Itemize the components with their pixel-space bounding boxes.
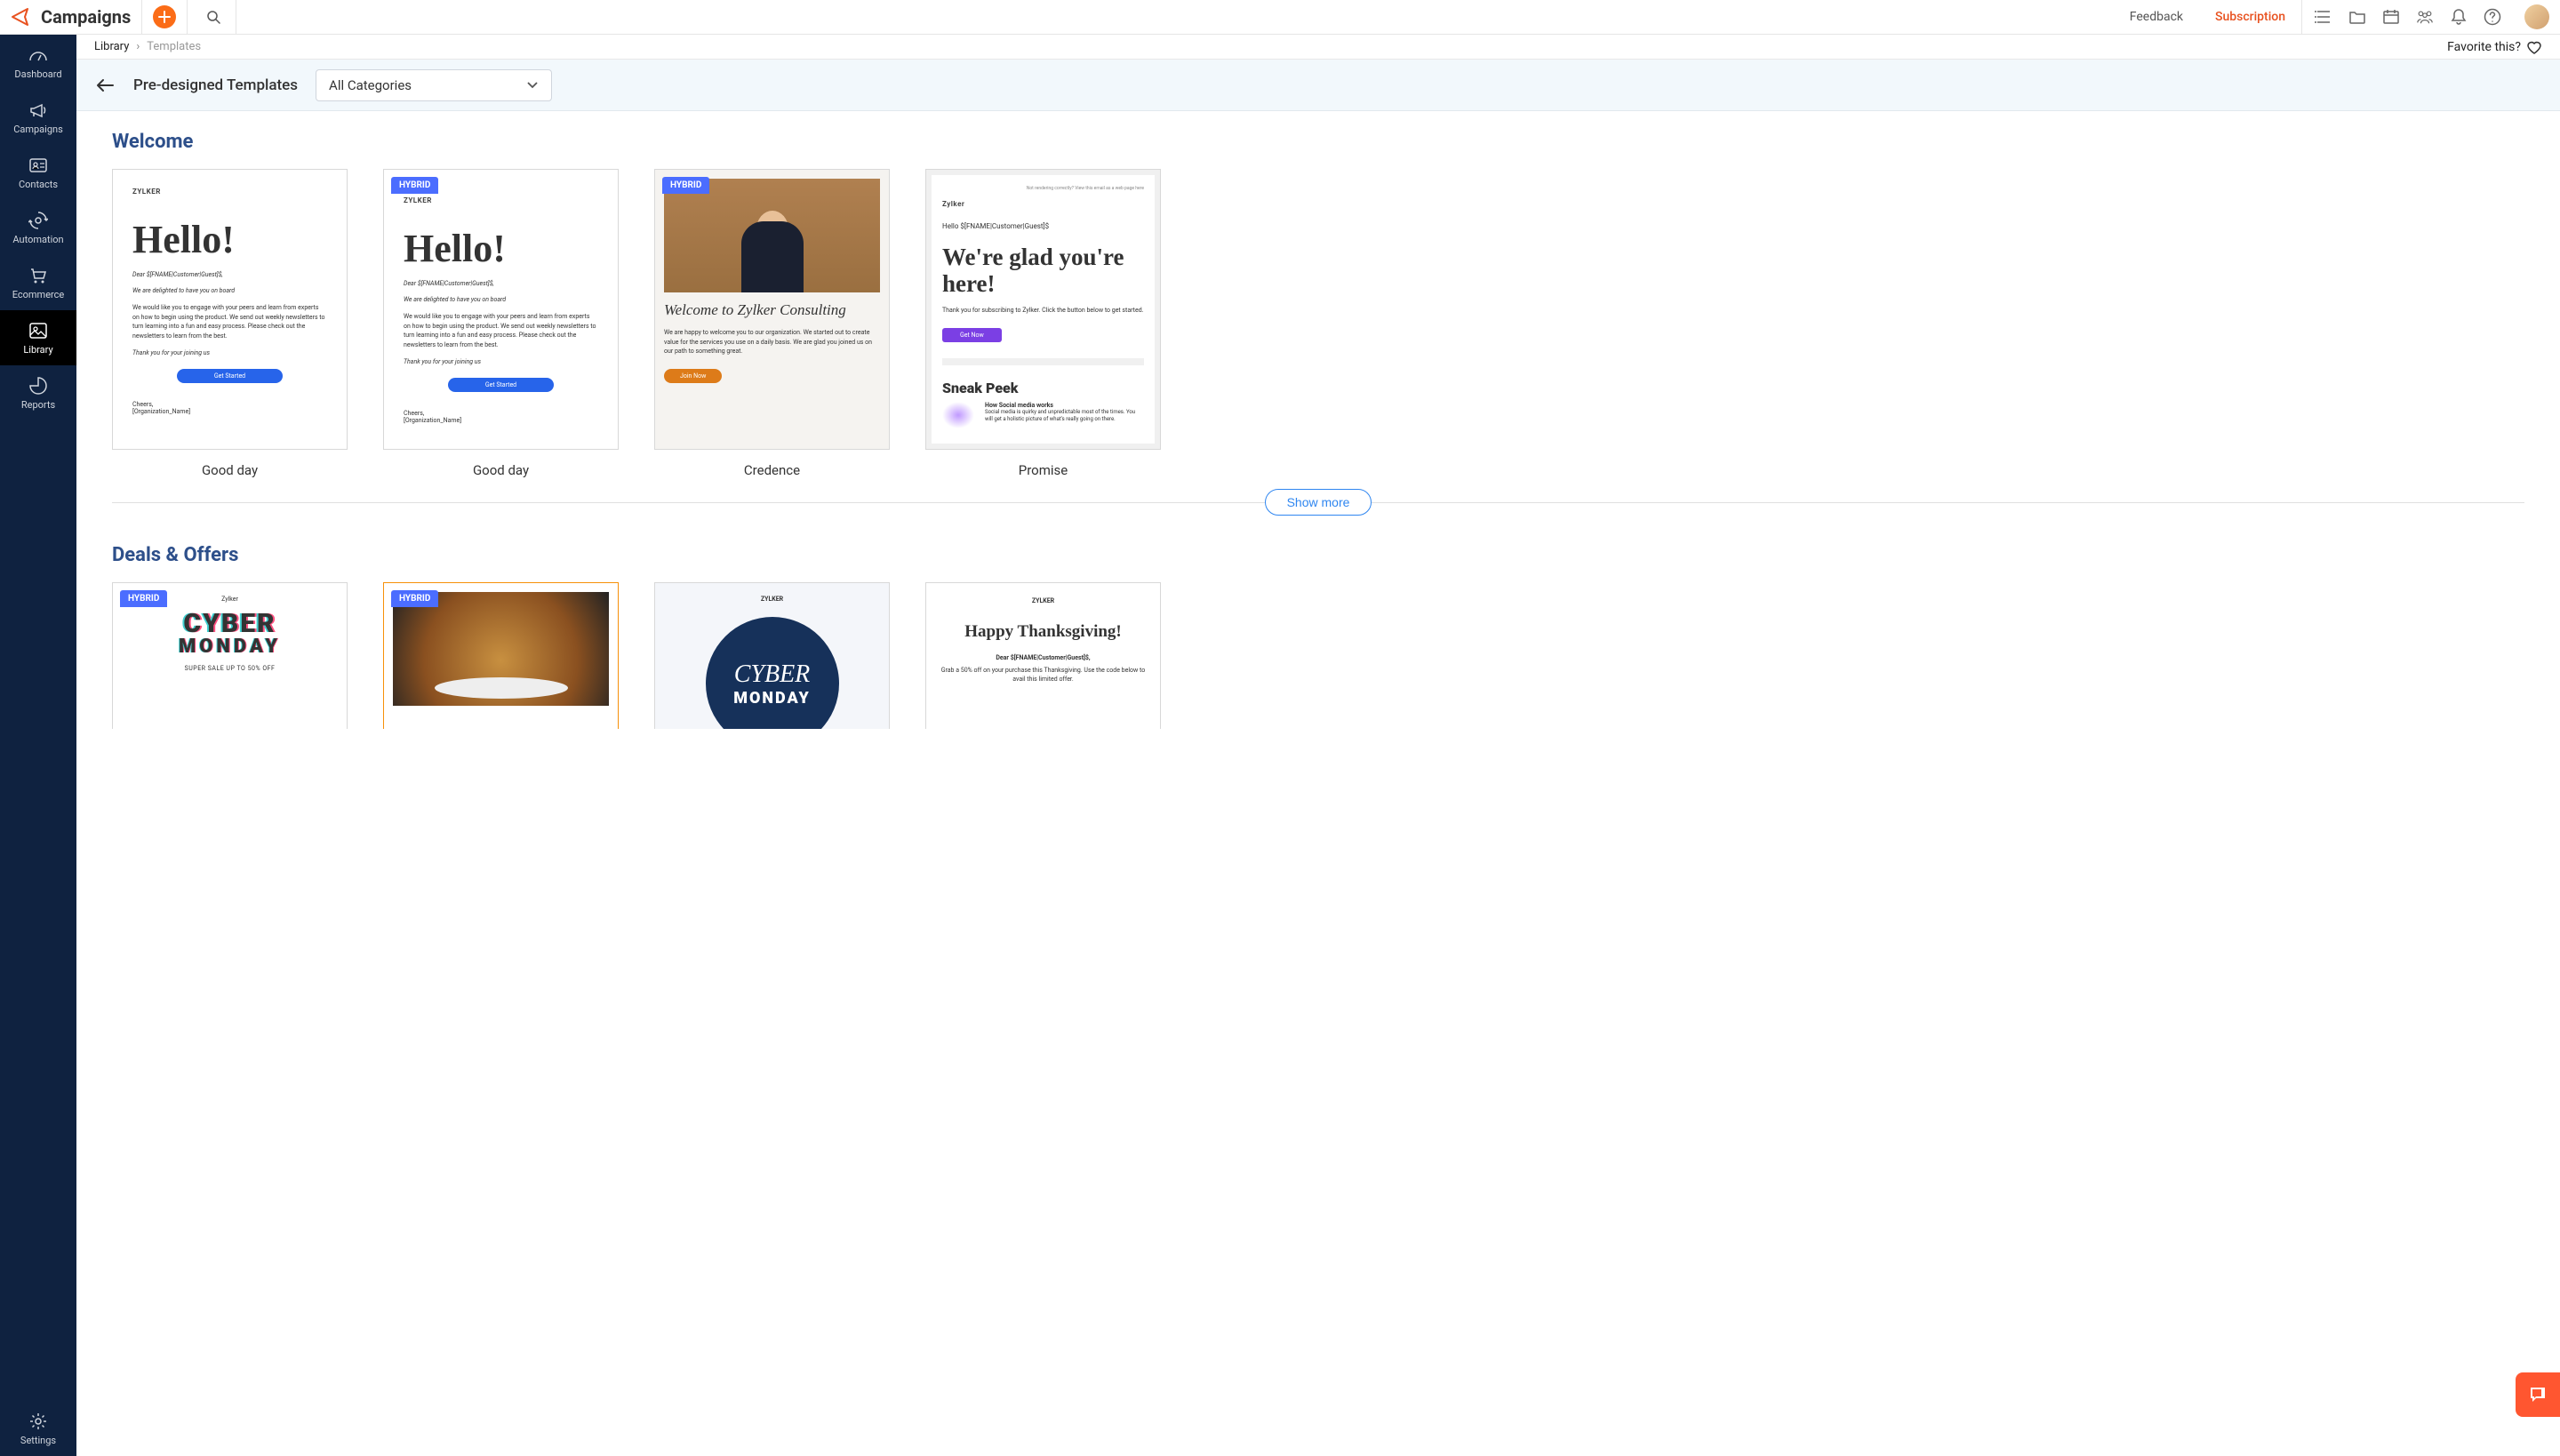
gauge-icon bbox=[28, 45, 48, 65]
megaphone-icon bbox=[28, 100, 48, 120]
contact-card-icon bbox=[28, 156, 48, 175]
list-icon[interactable] bbox=[2315, 8, 2332, 26]
main: Library › Templates Favorite this? Pre-d… bbox=[76, 35, 2560, 1456]
section-title-welcome: Welcome bbox=[112, 131, 2524, 153]
cards-row: ZYLKER Hello! Dear $[FNAME|Customer|Gues… bbox=[112, 169, 2524, 478]
breadcrumb-library[interactable]: Library bbox=[94, 40, 129, 53]
hybrid-badge: HYBRID bbox=[391, 177, 438, 194]
toolbar: Pre-designed Templates All Categories bbox=[76, 60, 2560, 111]
card-name: Credence bbox=[744, 462, 800, 478]
divider bbox=[187, 0, 188, 34]
section-title-deals: Deals & Offers bbox=[112, 544, 2524, 566]
pie-chart-icon bbox=[28, 376, 48, 396]
breadcrumb-current: Templates bbox=[147, 40, 201, 53]
bell-icon[interactable] bbox=[2450, 8, 2468, 26]
card-wrapper: HYBRID bbox=[383, 582, 619, 729]
category-select[interactable]: All Categories bbox=[316, 69, 552, 101]
cart-icon bbox=[28, 266, 48, 285]
divider bbox=[141, 0, 142, 34]
add-button[interactable] bbox=[153, 5, 176, 28]
brand: Campaigns bbox=[9, 4, 131, 29]
image-icon bbox=[28, 321, 48, 340]
favorite-button[interactable]: Favorite this? bbox=[2447, 39, 2542, 55]
feedback-link[interactable]: Feedback bbox=[2114, 10, 2199, 24]
avatar[interactable] bbox=[2524, 4, 2549, 29]
template-card-promise[interactable]: Not rendering correctly? View this email… bbox=[925, 169, 1161, 450]
campaigns-logo-icon bbox=[9, 4, 34, 29]
template-card-good-day[interactable]: ZYLKER Hello! Dear $[FNAME|Customer|Gues… bbox=[112, 169, 348, 450]
card-wrapper: HYBRID Zylker CYBER MONDAY SUPER SALE UP… bbox=[112, 582, 348, 729]
sidebar-item-dashboard[interactable]: Dashboard bbox=[0, 35, 76, 90]
help-icon[interactable] bbox=[2484, 8, 2501, 26]
sidebar-item-settings[interactable]: Settings bbox=[0, 1401, 76, 1456]
template-card-thanksgiving[interactable]: HYBRID bbox=[383, 582, 619, 729]
card-wrapper: ZYLKER Hello! Dear $[FNAME|Customer|Gues… bbox=[112, 169, 348, 478]
calendar-icon[interactable] bbox=[2382, 8, 2400, 26]
chevron-down-icon bbox=[526, 81, 539, 90]
show-more-button[interactable]: Show more bbox=[1265, 489, 1372, 516]
card-name: Promise bbox=[1019, 462, 1068, 478]
card-wrapper: HYBRID Welcome to Zylker Consulting We a… bbox=[654, 169, 890, 478]
template-card-cyber-monday-2[interactable]: ZYLKER CYBER MONDAY bbox=[654, 582, 890, 729]
hybrid-badge: HYBRID bbox=[391, 590, 438, 607]
sidebar-item-library[interactable]: Library bbox=[0, 310, 76, 365]
content: Welcome ZYLKER Hello! Dear $[FNAME|Custo… bbox=[76, 111, 2560, 775]
card-name: Good day bbox=[202, 462, 258, 478]
search-button[interactable] bbox=[202, 5, 225, 28]
sidebar-item-automation[interactable]: Automation bbox=[0, 200, 76, 255]
card-wrapper: ZYLKER Happy Thanksgiving! Dear $[FNAME|… bbox=[925, 582, 1161, 729]
top-header: Campaigns Feedback Subscription bbox=[0, 0, 2560, 35]
sidebar-item-reports[interactable]: Reports bbox=[0, 365, 76, 420]
card-wrapper: HYBRID ZYLKER Hello! Dear $[FNAME|Custom… bbox=[383, 169, 619, 478]
card-wrapper: ZYLKER CYBER MONDAY bbox=[654, 582, 890, 729]
hybrid-badge: HYBRID bbox=[662, 177, 709, 194]
divider-row: Show more bbox=[112, 489, 2524, 516]
card-wrapper: Not rendering correctly? View this email… bbox=[925, 169, 1161, 478]
gear-icon bbox=[28, 1412, 48, 1431]
template-card-cyber-monday[interactable]: HYBRID Zylker CYBER MONDAY SUPER SALE UP… bbox=[112, 582, 348, 729]
chevron-right-icon: › bbox=[136, 40, 140, 53]
social-icon bbox=[942, 402, 974, 428]
automation-icon bbox=[28, 211, 48, 230]
template-card-good-day-hybrid[interactable]: HYBRID ZYLKER Hello! Dear $[FNAME|Custom… bbox=[383, 169, 619, 450]
cards-row: HYBRID Zylker CYBER MONDAY SUPER SALE UP… bbox=[112, 582, 2524, 729]
folder-icon[interactable] bbox=[2348, 8, 2366, 26]
header-icons bbox=[2315, 4, 2549, 29]
template-card-credence[interactable]: HYBRID Welcome to Zylker Consulting We a… bbox=[654, 169, 890, 450]
sidebar-item-contacts[interactable]: Contacts bbox=[0, 145, 76, 200]
heart-icon bbox=[2526, 39, 2542, 55]
subscription-link[interactable]: Subscription bbox=[2199, 0, 2302, 34]
hybrid-badge: HYBRID bbox=[120, 590, 167, 607]
page-title: Pre-designed Templates bbox=[133, 76, 298, 94]
people-icon[interactable] bbox=[2416, 8, 2434, 26]
chat-button[interactable] bbox=[2516, 1372, 2560, 1417]
breadcrumb-row: Library › Templates Favorite this? bbox=[76, 35, 2560, 60]
breadcrumb: Library › Templates bbox=[94, 40, 201, 53]
template-card-happy-thanksgiving[interactable]: ZYLKER Happy Thanksgiving! Dear $[FNAME|… bbox=[925, 582, 1161, 729]
chat-icon bbox=[2527, 1384, 2548, 1405]
card-name: Good day bbox=[473, 462, 529, 478]
back-button[interactable] bbox=[94, 75, 116, 96]
brand-title: Campaigns bbox=[41, 6, 131, 28]
sidebar: Dashboard Campaigns Contacts Automation … bbox=[0, 35, 76, 1456]
sidebar-item-campaigns[interactable]: Campaigns bbox=[0, 90, 76, 145]
sidebar-item-ecommerce[interactable]: Ecommerce bbox=[0, 255, 76, 310]
